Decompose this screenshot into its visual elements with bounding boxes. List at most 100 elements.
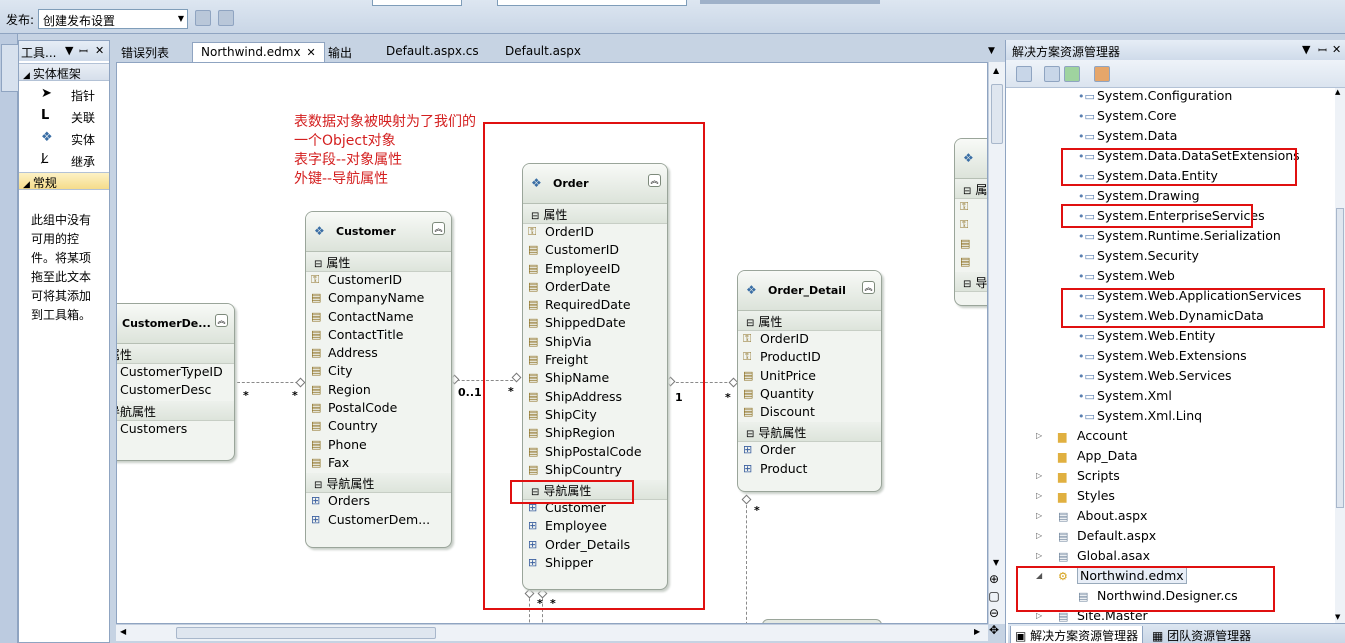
tree-item-folder[interactable]: ▆ App_Data	[1058, 448, 1138, 468]
entity-property[interactable]: ▤	[955, 254, 987, 272]
zoom-fit-icon[interactable]: ▢	[984, 589, 1004, 606]
entity-property[interactable]: ▤ Fax	[306, 455, 451, 473]
expand-icon[interactable]: ▷	[1036, 511, 1042, 520]
entity-header[interactable]: ❖ Order_Detail ︽	[738, 271, 881, 311]
tab-default-aspx-cs[interactable]: Default.aspx.cs	[378, 42, 487, 62]
canvas-vertical-scrollbar[interactable]: ▲ ▼	[988, 62, 1005, 624]
show-all-files-icon[interactable]	[1044, 66, 1060, 82]
dropdown-icon[interactable]: ▼	[65, 44, 73, 57]
tree-item-file[interactable]: ▷ ▤ About.aspx	[1036, 508, 1147, 528]
properties-icon[interactable]	[1016, 66, 1032, 82]
tree-item-reference[interactable]: •▭ System.Data	[1078, 128, 1177, 148]
entity-section-navigation[interactable]: ⊟ 导航属性	[306, 473, 451, 494]
close-icon[interactable]: ✕	[1332, 43, 1341, 56]
tab-northwind-edmx[interactable]: Northwind.edmx ✕	[192, 42, 325, 62]
server-explorer-tab[interactable]	[1, 44, 19, 92]
scroll-left-icon[interactable]: ◀	[120, 627, 126, 636]
entity-header[interactable]: ❖	[955, 139, 987, 179]
tab-team-explorer[interactable]: ▦ 团队资源管理器	[1148, 626, 1255, 643]
tab-error-list[interactable]: 错误列表	[113, 42, 177, 62]
scroll-up-icon[interactable]: ▲	[1335, 88, 1340, 96]
scroll-down-icon[interactable]: ▼	[1335, 613, 1340, 621]
entity-property[interactable]: ▤ City	[306, 363, 451, 381]
tree-item-folder[interactable]: ▷ ▆ Styles	[1036, 488, 1115, 508]
entity-header[interactable]: ❖ Customer ︽	[306, 212, 451, 252]
entity-property[interactable]: ▤ Country	[306, 418, 451, 436]
entity-property[interactable]: ⚿ OrderID	[738, 331, 881, 349]
entity-property[interactable]: ⚿ ProductID	[738, 349, 881, 367]
scroll-down-icon[interactable]: ▼	[993, 558, 999, 567]
publish-select[interactable]: 创建发布设置 ▼	[38, 9, 188, 29]
toolbar-combo-2[interactable]	[497, 0, 687, 6]
toolbox-item-entity[interactable]: ❖ 实体	[19, 127, 109, 149]
canvas-horizontal-scrollbar[interactable]: ◀ ▶	[116, 624, 988, 641]
collapse-icon[interactable]: ︽	[862, 281, 875, 294]
entity-property[interactable]: ▤ ContactTitle	[306, 327, 451, 345]
close-icon[interactable]: ✕	[95, 44, 104, 57]
tree-item-reference[interactable]: •▭ System.Security	[1078, 248, 1199, 268]
entity-property[interactable]: ⚿	[955, 217, 987, 235]
entity-property[interactable]: ⚿	[955, 199, 987, 217]
toolbox-item-association[interactable]: L 关联	[19, 105, 109, 127]
tree-item-reference[interactable]: •▭ System.Xml	[1078, 388, 1172, 408]
entity-section-properties[interactable]: ⊟ 属性	[306, 252, 451, 272]
entity-property[interactable]: ▤ PostalCode	[306, 400, 451, 418]
zoom-in-icon[interactable]: ⊕	[984, 572, 1004, 589]
toolbox-group-entity-framework[interactable]: ◢ 实体框架	[19, 63, 109, 81]
scroll-thumb[interactable]	[991, 84, 1003, 144]
expand-icon[interactable]: ▷	[1036, 551, 1042, 560]
tree-item-reference[interactable]: •▭ System.Core	[1078, 108, 1177, 128]
entity-property[interactable]: ▤	[955, 236, 987, 254]
entity-property[interactable]: ▤ Quantity	[738, 386, 881, 404]
pin-icon[interactable]: ꟷ	[1318, 43, 1327, 58]
solution-explorer-scrollbar[interactable]: ▲ ▼	[1335, 88, 1345, 623]
tree-item-reference[interactable]: •▭ System.Web.Entity	[1078, 328, 1215, 348]
toolbox-item-pointer[interactable]: ➤ 指针	[19, 83, 109, 105]
entity-nav-property[interactable]: ⊞ Order	[738, 442, 881, 460]
entity-section-navigation[interactable]: 导航属性	[117, 400, 234, 421]
entity-property[interactable]: ▤ UnitPrice	[738, 368, 881, 386]
entity-property[interactable]: ▤ Address	[306, 345, 451, 363]
entity-section-properties[interactable]: 属性	[117, 344, 234, 364]
entity-property[interactable]: ▤CustomerDesc	[117, 382, 234, 400]
tree-item-reference[interactable]: •▭ System.Web.Services	[1078, 368, 1232, 388]
entity-order-detail[interactable]: ❖ Order_Detail ︽ ⊟ 属性 ⚿ OrderID ⚿ ProductID ▤…	[737, 270, 882, 492]
class-diagram-icon[interactable]	[1094, 66, 1110, 82]
expand-icon[interactable]: ▷	[1036, 471, 1042, 480]
publish-settings-icon[interactable]	[218, 10, 234, 26]
tree-item-folder[interactable]: ▷ ▆ Account	[1036, 428, 1127, 448]
tab-solution-explorer[interactable]: ▣ 解决方案资源管理器	[1010, 626, 1144, 643]
entity-property[interactable]: ▤ Discount	[738, 404, 881, 422]
entity-property[interactable]: ▤ Phone	[306, 437, 451, 455]
toolbox-group-general[interactable]: ◢ 常规	[19, 172, 109, 190]
tree-item-reference[interactable]: •▭ System.Web.Extensions	[1078, 348, 1247, 368]
entity-nav-property[interactable]: ⊞Customers	[117, 421, 234, 439]
tab-output[interactable]: 输出	[320, 42, 360, 62]
scroll-thumb[interactable]	[1336, 208, 1344, 508]
tree-item-reference[interactable]: •▭ System.Runtime.Serialization	[1078, 228, 1281, 248]
collapse-icon[interactable]: ︽	[215, 314, 228, 327]
tree-item-reference[interactable]: •▭ System.Configuration	[1078, 88, 1232, 108]
dropdown-icon[interactable]: ▼	[1302, 43, 1310, 56]
tree-item-file[interactable]: ▷ ▤ Global.asax	[1036, 548, 1150, 568]
entity-section-navigation[interactable]: ⊟ 导航属性	[738, 422, 881, 443]
expand-icon[interactable]: ▷	[1036, 611, 1042, 620]
entity-property[interactable]: ▤ CompanyName	[306, 290, 451, 308]
tab-default-aspx[interactable]: Default.aspx	[497, 42, 589, 62]
expand-icon[interactable]: ▷	[1036, 431, 1042, 440]
entity-section-properties[interactable]: ⊟ 属	[955, 179, 987, 199]
scroll-up-icon[interactable]: ▲	[993, 66, 999, 75]
tab-dropdown-icon[interactable]: ▼	[988, 46, 995, 56]
pan-icon[interactable]: ✥	[984, 623, 1004, 640]
entity-customerdemographics[interactable]: CustomerDe... ︽ 属性 ⚿CustomerTypeID ▤Cust…	[117, 303, 235, 461]
tree-item-file[interactable]: ▷ ▤ Default.aspx	[1036, 528, 1156, 548]
entity-partial-right[interactable]: ❖ ⊟ 属 ⚿ ⚿ ▤ ▤ ⊟ 导	[954, 138, 987, 306]
refresh-icon[interactable]	[1064, 66, 1080, 82]
expand-icon[interactable]: ▷	[1036, 531, 1042, 540]
entity-header[interactable]: CustomerDe... ︽	[117, 304, 234, 344]
entity-property[interactable]: ▤ Region	[306, 382, 451, 400]
entity-nav-property[interactable]: ⊞ CustomerDem...	[306, 512, 451, 530]
tree-item-folder[interactable]: ▷ ▆ Scripts	[1036, 468, 1120, 488]
publish-icon[interactable]	[195, 10, 211, 26]
entity-section-properties[interactable]: ⊟ 属性	[738, 311, 881, 331]
